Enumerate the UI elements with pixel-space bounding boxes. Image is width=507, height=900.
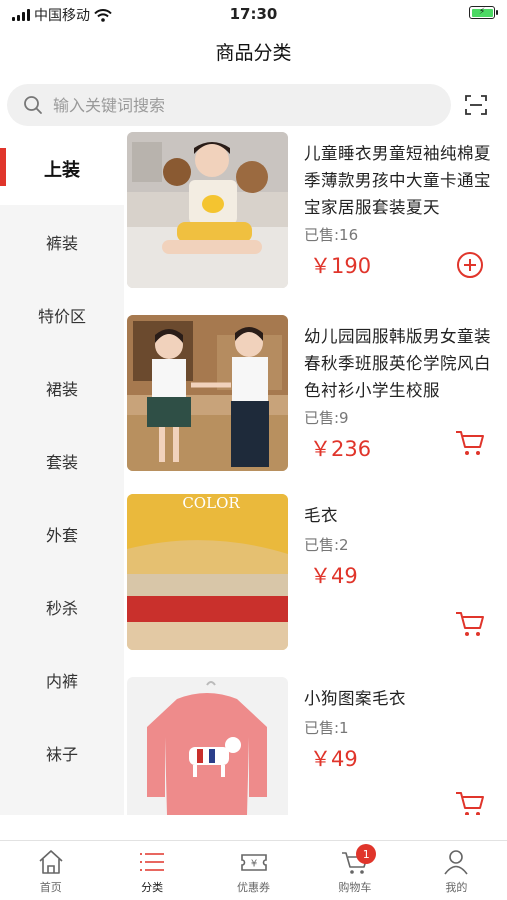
product-price: ￥236	[310, 437, 372, 461]
product-price: ￥49	[310, 747, 358, 771]
svg-text:¥: ¥	[250, 859, 256, 870]
sidebar-item-outerwear[interactable]: 外套	[0, 497, 124, 570]
tab-home[interactable]: 首页	[0, 841, 101, 900]
cart-icon[interactable]	[454, 427, 486, 459]
tab-label: 购物车	[338, 881, 372, 894]
search-bar[interactable]	[7, 84, 451, 126]
product-item[interactable]: 幼儿园园服韩版男女童装春秋季班服英伦学院风白色衬衫小学生校服 已售:9 ￥236	[124, 315, 507, 475]
status-bar: 中国移动 17:30 ⚡	[0, 0, 507, 28]
product-image[interactable]	[127, 315, 288, 471]
sidebar-item-socks[interactable]: 袜子	[0, 716, 124, 789]
product-image[interactable]	[127, 677, 288, 815]
sidebar-item-sets[interactable]: 套装	[0, 424, 124, 497]
product-name[interactable]: 毛衣	[304, 502, 496, 529]
tab-label: 分类	[141, 881, 164, 894]
category-list-icon	[140, 853, 165, 871]
product-sold-count: 已售:2	[304, 536, 349, 554]
home-icon	[39, 850, 63, 874]
product-image-caption: COLOR	[182, 494, 240, 512]
product-name[interactable]: 小狗图案毛衣	[304, 685, 496, 712]
add-circle-icon[interactable]	[454, 249, 486, 281]
sidebar-item-flash-sale[interactable]: 秒杀	[0, 570, 124, 643]
product-sold-count: 已售:1	[304, 719, 349, 737]
cart-count-badge: 1	[356, 844, 377, 864]
tab-profile[interactable]: 我的	[406, 841, 507, 900]
product-name[interactable]: 儿童睡衣男童短袖纯棉夏季薄款男孩中大童卡通宝宝家居服套装夏天	[304, 140, 496, 221]
sidebar-item-skirts[interactable]: 裙装	[0, 351, 124, 424]
product-item[interactable]: 儿童睡衣男童短袖纯棉夏季薄款男孩中大童卡通宝宝家居服套装夏天 已售:16 ￥19…	[124, 132, 507, 292]
user-icon	[444, 850, 468, 875]
tab-label: 首页	[39, 881, 62, 894]
product-list: 儿童睡衣男童短袖纯棉夏季薄款男孩中大童卡通宝宝家居服套装夏天 已售:16 ￥19…	[124, 132, 507, 815]
tab-label: 我的	[445, 881, 468, 894]
tab-label: 优惠券	[237, 881, 271, 894]
product-item[interactable]: 小狗图案毛衣 已售:1 ￥49	[124, 677, 507, 815]
product-image[interactable]: COLOR	[127, 494, 288, 650]
product-sold-count: 已售:16	[304, 226, 359, 244]
tab-category[interactable]: 分类	[101, 841, 202, 900]
page-title: 商品分类	[215, 42, 292, 64]
product-item[interactable]: COLOR 毛衣 已售:2 ￥49	[124, 494, 507, 654]
category-sidebar: 上装 裤装 特价区 裙装 套装 外套 秒杀 内裤 袜子	[0, 132, 124, 815]
scan-icon[interactable]	[464, 93, 488, 117]
tab-cart[interactable]: 购物车 1	[304, 841, 405, 900]
cart-icon[interactable]	[454, 608, 486, 640]
sidebar-item-underwear[interactable]: 内裤	[0, 643, 124, 716]
battery-charging-icon: ⚡	[469, 6, 498, 19]
coupon-icon: ¥	[240, 854, 267, 871]
sidebar-item-special-offer[interactable]: 特价区	[0, 278, 124, 351]
sidebar-item-pants[interactable]: 裤装	[0, 205, 124, 278]
product-price: ￥49	[310, 564, 358, 588]
search-icon	[24, 96, 42, 114]
product-name[interactable]: 幼儿园园服韩版男女童装春秋季班服英伦学院风白色衬衫小学生校服	[304, 323, 496, 404]
product-price: ￥190	[310, 254, 372, 278]
product-image[interactable]	[127, 132, 288, 288]
cart-icon[interactable]	[454, 788, 486, 815]
product-sold-count: 已售:9	[304, 409, 349, 427]
tab-bar: 首页 分类 ¥ 优惠券 购物车 1 我的	[0, 840, 507, 900]
search-input[interactable]	[53, 95, 413, 115]
status-time: 17:30	[229, 5, 278, 23]
sidebar-item-tops[interactable]: 上装	[0, 132, 124, 205]
tab-coupon[interactable]: ¥ 优惠券	[203, 841, 304, 900]
